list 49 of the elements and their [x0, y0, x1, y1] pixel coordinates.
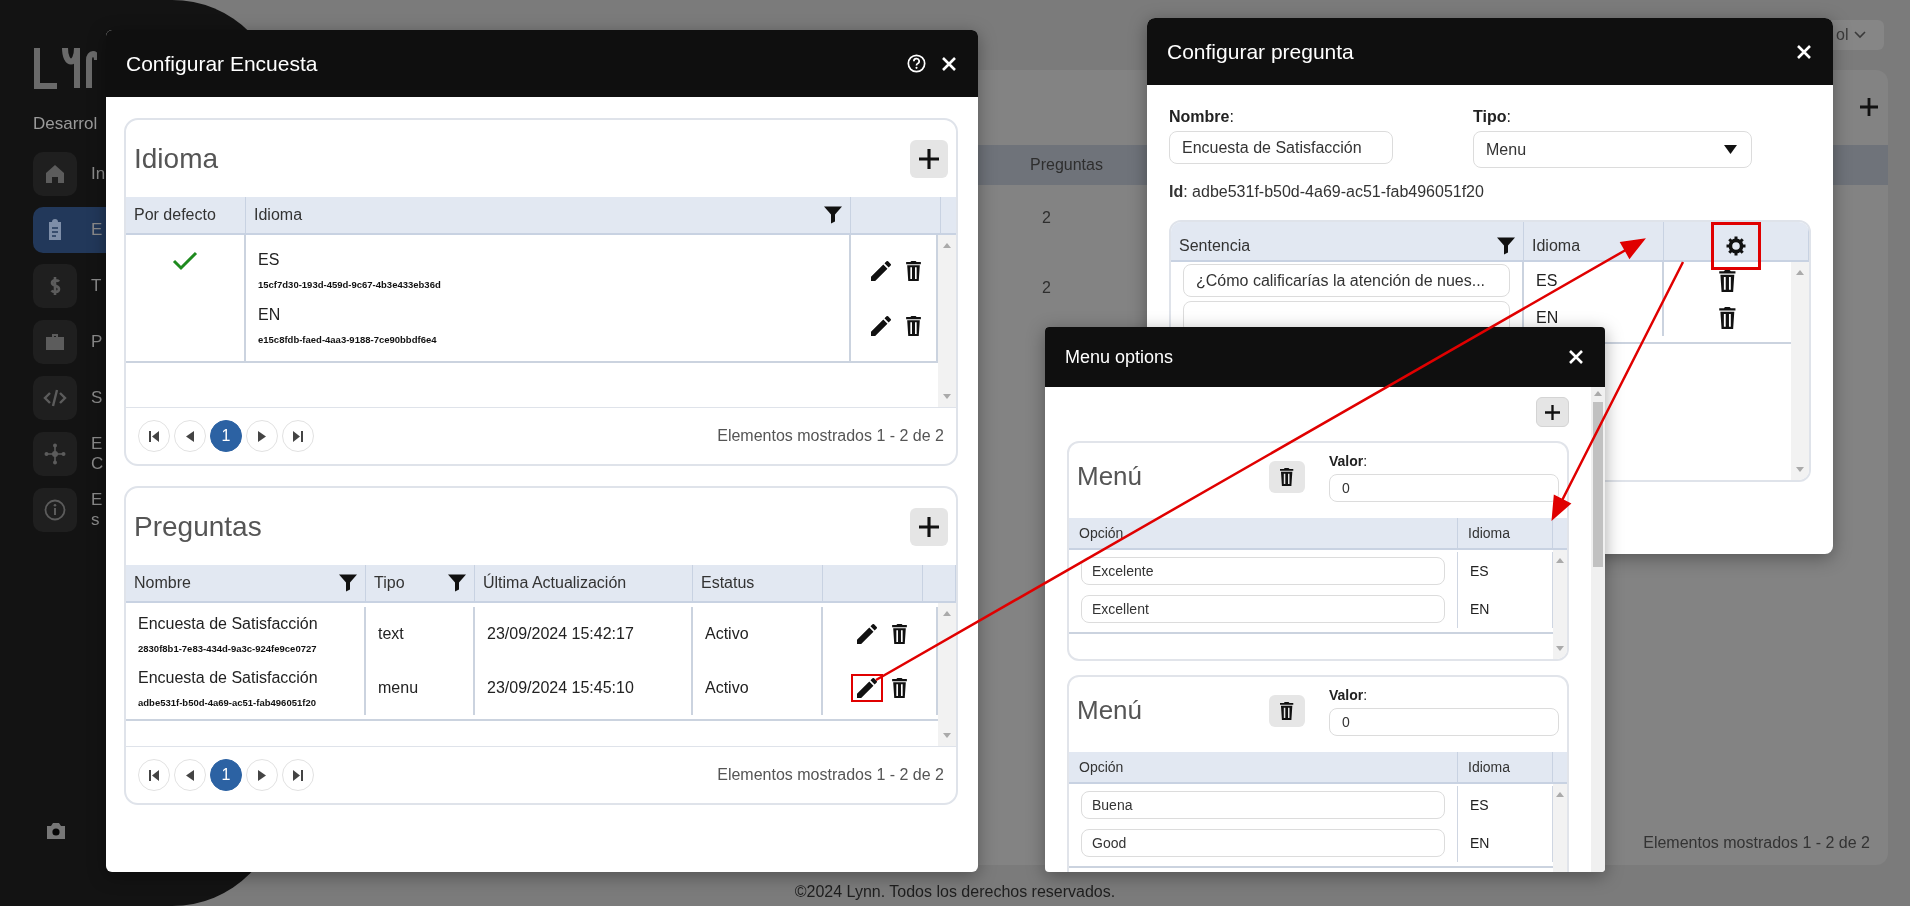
column-header: Preguntas — [1030, 155, 1103, 175]
column-header: Estatus — [693, 565, 823, 601]
table-cell-text: text — [378, 624, 405, 644]
question-id: 2830f8b1-7e83-434d-9a3c-924fe9ce0727 — [138, 641, 318, 656]
dialog-title: Menu options — [1065, 346, 1174, 367]
column-header: Idioma — [246, 197, 851, 233]
pagination-summary: Elementos mostrados 1 - 2 de 2 — [717, 426, 944, 446]
question-name: Encuesta de Satisfacción — [138, 613, 319, 634]
column-header: Nombre — [126, 565, 366, 601]
column-header: Por defecto — [126, 197, 246, 233]
table-cell-text: 2 — [1042, 208, 1051, 228]
language-code: EN — [1470, 599, 1490, 619]
table-cell-text: 23/09/2024 15:42:17 — [487, 624, 635, 644]
column-header: Tipo — [366, 565, 475, 601]
language-code: ES — [1536, 270, 1558, 291]
question-name: Encuesta de Satisfacción — [138, 667, 319, 688]
column-header: Opción — [1069, 752, 1458, 782]
dropdown-value: ol — [1836, 25, 1849, 45]
brand-subtitle: Desarrol — [33, 113, 99, 135]
question-id: adbe531f-b50d-4a69-ac51-fab496051f20 — [138, 695, 317, 710]
table-cell-text: Activo — [705, 624, 750, 644]
pagination-summary: Elementos mostrados 1 - 2 de 2 — [1643, 833, 1870, 853]
language-code: EN — [1536, 307, 1559, 328]
column-header: Idioma — [1458, 752, 1553, 782]
card-title: Menú — [1077, 460, 1144, 493]
field-label: Valor: — [1329, 686, 1369, 705]
language-id: e15c8fdb-faed-4aa3-9188-7ce90bbdf6e4 — [258, 333, 438, 348]
dialog-title: Configurar Encuesta — [126, 51, 318, 75]
table-cell-text: menu — [378, 678, 420, 698]
column-header: Última Actualización — [475, 565, 693, 601]
pagination-summary: Elementos mostrados 1 - 2 de 2 — [717, 765, 944, 785]
id-text: Id: adbe531f-b50d-4a69-ac51-fab496051f20 — [1169, 182, 1485, 202]
language-id: 15cf7d30-193d-459d-9c67-4b3e433eb36d — [258, 278, 442, 293]
card-title: Menú — [1077, 694, 1144, 727]
language-code: ES — [1470, 561, 1489, 581]
language-code: EN — [258, 305, 282, 326]
table-cell-text: 23/09/2024 15:45:10 — [487, 678, 635, 698]
language-code: ES — [1470, 795, 1489, 815]
card-title: Preguntas — [134, 509, 262, 544]
dialog-title: Configurar pregunta — [1167, 39, 1354, 63]
field-label: Nombre: — [1169, 107, 1235, 127]
table-cell-text: 2 — [1042, 278, 1051, 298]
language-code: EN — [1470, 833, 1490, 853]
table-cell-text: Activo — [705, 678, 750, 698]
field-label: Tipo: — [1473, 107, 1512, 127]
language-code: ES — [258, 250, 281, 271]
footer-text: ©2024 Lynn. Todos los derechos reservados. — [794, 883, 1116, 900]
field-label: Valor: — [1329, 452, 1369, 471]
card-title: Idioma — [134, 141, 219, 176]
